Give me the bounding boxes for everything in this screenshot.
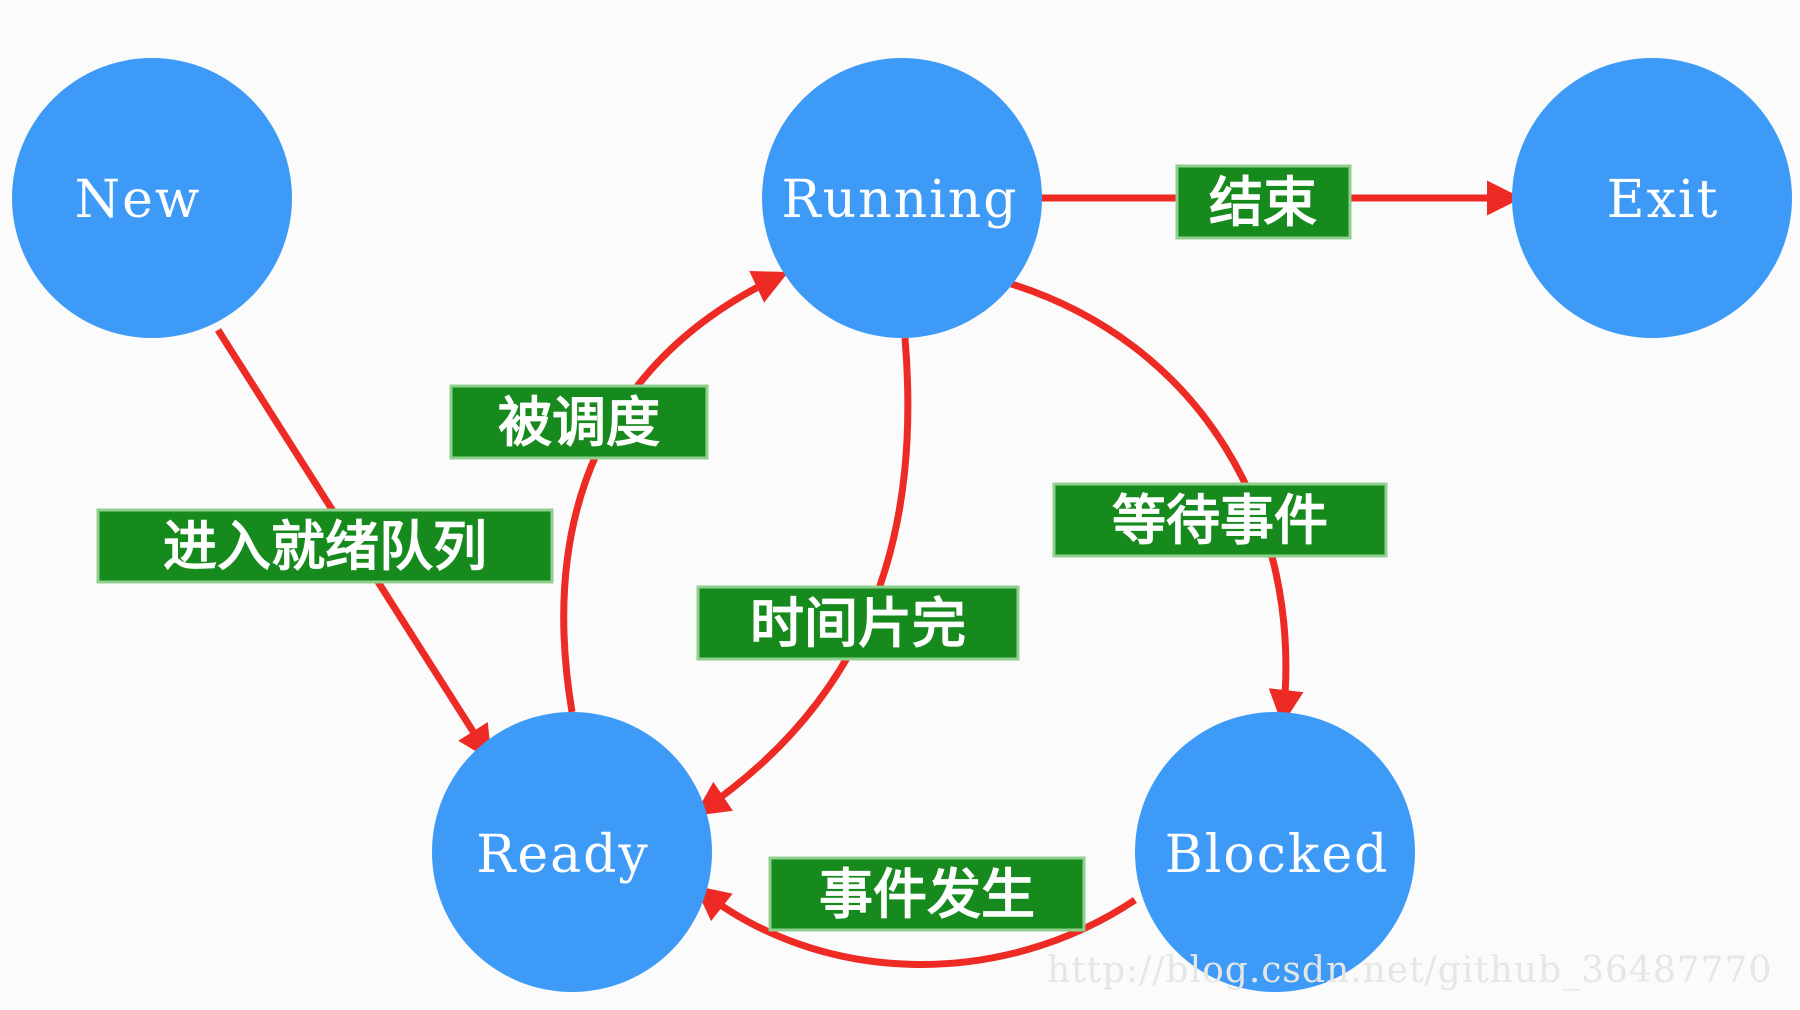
edge-label-text: 结束 (1209, 171, 1317, 234)
watermark-text: http://blog.csdn.net/github_36487770 (1047, 950, 1772, 991)
state-label-new: New (75, 170, 202, 230)
arrow-running-to-ready (694, 337, 912, 816)
edge-label-text: 进入就绪队列 (163, 515, 487, 578)
edge-label-text: 被调度 (498, 391, 660, 454)
state-node-exit: Exit (1512, 58, 1792, 338)
edge-label-text: 时间片完 (750, 592, 966, 655)
state-label-ready: Ready (476, 825, 650, 885)
state-node-new: New (12, 58, 292, 338)
diagram-canvas: 进入就绪队列 被调度 结束 时间片完 等待事件 事件发生 New Running… (12, 58, 1792, 992)
state-diagram: 进入就绪队列 被调度 结束 时间片完 等待事件 事件发生 New Running… (0, 0, 1800, 1010)
state-label-exit: Exit (1607, 170, 1720, 230)
edge-label-blocked-to-ready: 事件发生 (768, 856, 1086, 932)
edge-label-ready-to-running: 被调度 (449, 384, 709, 460)
edge-label-running-to-ready: 时间片完 (696, 585, 1020, 661)
edge-label-running-to-exit: 结束 (1175, 164, 1352, 240)
edge-label-text: 事件发生 (819, 863, 1035, 926)
edge-label-running-to-blocked: 等待事件 (1052, 482, 1388, 558)
state-node-ready: Ready (432, 712, 712, 992)
edge-label-new-to-ready: 进入就绪队列 (96, 508, 554, 584)
state-label-running: Running (781, 170, 1018, 230)
edge-label-text: 等待事件 (1112, 489, 1328, 552)
state-label-blocked: Blocked (1165, 825, 1390, 885)
state-node-running: Running (762, 58, 1042, 338)
